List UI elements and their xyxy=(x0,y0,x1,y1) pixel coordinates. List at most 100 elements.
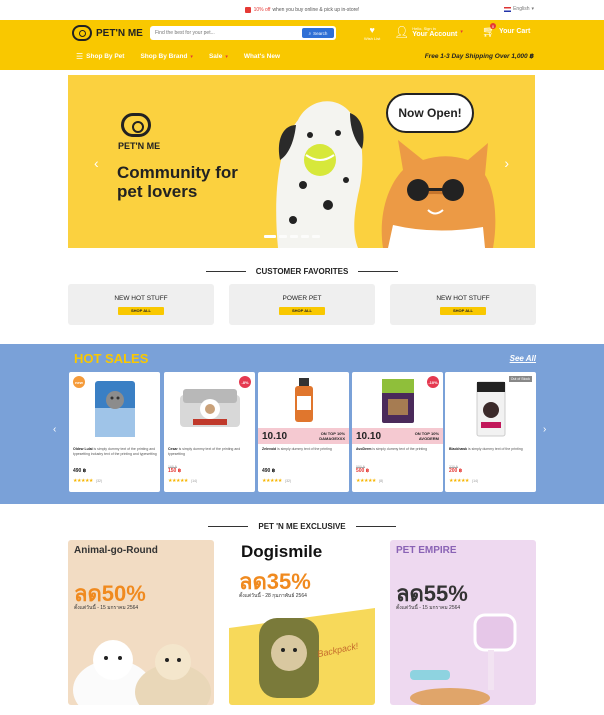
out-of-stock-badge: Out of Stock xyxy=(508,376,532,382)
promo-text: when you buy online & pick up in-store! xyxy=(272,7,360,13)
deal-code: AVODERM xyxy=(418,436,439,441)
exclusive-date: ตั้งแต่วันนี้ - 15 มกราคม 2564 xyxy=(74,605,139,611)
favorite-card[interactable]: POWER PET SHOP ALL xyxy=(229,284,375,325)
exclusive-title: Animal-go-Round xyxy=(74,545,158,556)
search-icon: ⌕ xyxy=(308,30,312,36)
tag-icon xyxy=(244,7,251,13)
carousel-dot[interactable] xyxy=(290,235,298,238)
favorite-name: POWER PET xyxy=(282,294,322,302)
divider xyxy=(355,526,396,527)
prev-arrow-icon[interactable]: ‹ xyxy=(53,424,56,435)
divider xyxy=(208,526,249,527)
favorite-card[interactable]: NEW HOT STUFF SHOP ALL xyxy=(390,284,536,325)
see-all-link[interactable]: See All xyxy=(510,354,536,363)
search-input[interactable] xyxy=(150,26,302,40)
shop-all-button[interactable]: SHOP ALL xyxy=(279,306,325,315)
product-brand: Oldew Lulai xyxy=(73,447,93,451)
carousel-indicators xyxy=(264,235,320,238)
carousel-dot[interactable] xyxy=(264,235,276,238)
rating-stars: ★★★★★ (8) xyxy=(356,478,384,484)
shop-all-button[interactable]: SHOP ALL xyxy=(118,306,164,315)
next-arrow-icon[interactable]: › xyxy=(543,424,546,435)
product-image xyxy=(445,372,536,444)
product-price: 200 ฿ xyxy=(449,468,463,474)
main-nav: ☰ Shop By Pet Shop By Brand ▾ Sale ▾ Wha… xyxy=(76,52,280,61)
hero-logo: PET'N ME xyxy=(118,113,160,151)
rating-count: (14) xyxy=(190,479,198,483)
favorite-name: NEW HOT STUFF xyxy=(114,294,168,302)
rating-count: (8) xyxy=(378,479,384,483)
shop-all-button[interactable]: SHOP ALL xyxy=(440,306,486,315)
favorite-card[interactable]: NEW HOT STUFF SHOP ALL xyxy=(68,284,214,325)
logo-text: PET'N ME xyxy=(96,27,143,39)
site-header: PET'N ME ⌕ Search ♥ Wish List 👤︎ Hello, … xyxy=(0,20,604,70)
divider xyxy=(205,271,246,272)
language-selector[interactable]: English ▾ xyxy=(504,6,534,12)
product-price: 490 ฿ xyxy=(262,468,276,474)
product-card[interactable]: new Oldew Lulai is simply dummy text of … xyxy=(69,372,160,492)
chevron-down-icon: ▾ xyxy=(190,53,193,60)
product-description: Cesar is simply dummy text of the printi… xyxy=(168,447,252,465)
product-card[interactable]: Out of Stock Blackhawk is simply dummy t… xyxy=(445,372,536,492)
carousel-next-arrow-icon[interactable]: › xyxy=(504,155,509,171)
product-description: Blackhawk is simply dummy text of the pr… xyxy=(449,447,533,465)
product-brand: Cesar xyxy=(168,447,178,451)
favorite-name: NEW HOT STUFF xyxy=(436,294,490,302)
product-brand: Blackhawk xyxy=(449,447,468,451)
exclusive-title: PET EMPIRE xyxy=(396,545,457,556)
account-button[interactable]: 👤︎ Hello, Sign in Your Account ▾ xyxy=(394,25,463,39)
dogs-image xyxy=(73,640,211,705)
product-card[interactable]: -8% Cesar is simply dummy text of the pr… xyxy=(164,372,255,492)
hero-banner[interactable]: PET'N ME Community for pet lovers Now Op… xyxy=(68,75,535,248)
discount-badge: -10% xyxy=(427,376,439,388)
chevron-down-icon: ▾ xyxy=(531,6,534,12)
product-description: Zelevoid is simply dummy text of the pri… xyxy=(262,447,346,465)
wishlist-button[interactable]: ♥ Wish List xyxy=(364,25,380,41)
flag-icon xyxy=(504,6,512,12)
product-brand: AvoDerm xyxy=(356,447,372,451)
exclusive-card[interactable]: PET EMPIRE ลด55% ตั้งแต่วันนี้ - 15 มกรา… xyxy=(390,540,536,705)
product-desc-text: is simply dummy text of the printing and… xyxy=(168,447,241,456)
rating-stars: ★★★★★ (32) xyxy=(262,478,292,484)
carousel-prev-arrow-icon[interactable]: ‹ xyxy=(94,155,99,171)
dalmatian-dog-image xyxy=(276,101,364,248)
carousel-dot[interactable] xyxy=(279,235,287,238)
deal-date: 10.10 xyxy=(356,430,382,442)
deal-text: ON TOP 10% AVODERM xyxy=(415,431,439,441)
product-card[interactable]: 10.10 ON TOP 10% DAMAGEXXX Zelevoid is si… xyxy=(258,372,349,492)
section-title: PET 'N ME EXCLUSIVE xyxy=(258,522,346,531)
exclusive-header: PET 'N ME EXCLUSIVE xyxy=(0,522,604,531)
chevron-down-icon: ▾ xyxy=(460,29,463,35)
language-label: English xyxy=(513,6,530,12)
nav-label: What's New xyxy=(243,53,281,60)
exclusive-card[interactable]: Dogismile ลด35% ตั้งแต่วันนี้ - 28 กุมภา… xyxy=(229,540,375,705)
section-title: CUSTOMER FAVORITES xyxy=(255,267,349,276)
hero-brand: PET'N ME xyxy=(118,141,161,151)
cart-button[interactable]: 🛒︎ 0 Your Cart xyxy=(482,23,531,38)
heart-icon: ♥ xyxy=(369,25,375,35)
promo-highlight: 10% off xyxy=(253,7,271,13)
logo-icon xyxy=(121,113,151,137)
promo-bar: 10% off when you buy online & pick up in… xyxy=(0,0,604,20)
exclusive-card[interactable]: Animal-go-Round ลด50% ตั้งแต่วันนี้ - 15… xyxy=(68,540,214,705)
search-button-label: Search xyxy=(313,30,328,36)
carousel-dot[interactable] xyxy=(301,235,309,238)
deal-date: 10.10 xyxy=(262,430,288,442)
search-bar: ⌕ Search xyxy=(150,26,336,40)
product-description: AvoDerm is simply dummy text of the prin… xyxy=(356,447,440,465)
deal-code: DAMAGEXXX xyxy=(319,436,345,441)
nav-whats-new[interactable]: What's New xyxy=(244,53,280,60)
product-card[interactable]: -10% 10.10 ON TOP 10% AVODERM AvoDerm is … xyxy=(352,372,443,492)
carousel-dot[interactable] xyxy=(312,235,320,238)
product-description: Oldew Lulai is simply dummy text of the … xyxy=(73,447,157,465)
nav-shop-by-pet[interactable]: ☰ Shop By Pet xyxy=(76,52,124,61)
nav-shop-by-brand[interactable]: Shop By Brand ▾ xyxy=(140,53,192,60)
shipping-notice: Free 1-3 Day Shipping Over 1,000 ฿ xyxy=(424,53,534,60)
logo[interactable]: PET'N ME xyxy=(72,25,143,41)
nav-sale[interactable]: Sale ▾ xyxy=(209,53,228,60)
product-price: 490 ฿ xyxy=(73,468,87,474)
search-button[interactable]: ⌕ Search xyxy=(302,28,334,38)
cart-label: Your Cart xyxy=(498,28,531,35)
product-price: 500 ฿ xyxy=(356,468,370,474)
product-image xyxy=(258,372,349,428)
